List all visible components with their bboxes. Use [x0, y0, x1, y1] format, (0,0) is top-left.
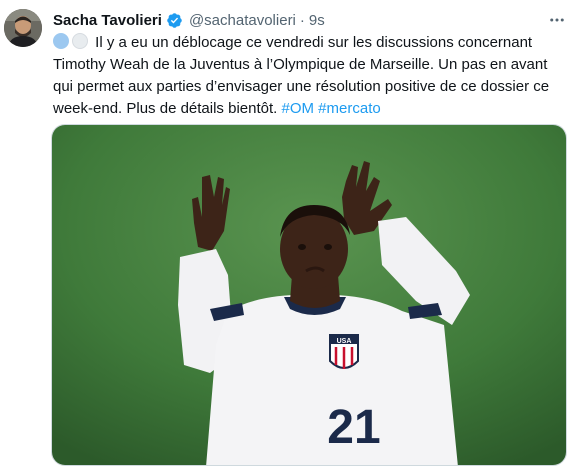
author-name[interactable]: Sacha Tavolieri: [53, 12, 162, 29]
tweet-text: Il y a eu un déblocage ce vendredi sur l…: [53, 32, 565, 120]
white-circle-emoji-icon: [72, 33, 88, 49]
hashtag-om[interactable]: #OM: [281, 100, 314, 117]
tweet-text-line-2: Timothy Weah de la Juventus à l’Olympiqu…: [53, 56, 548, 73]
avatar[interactable]: [4, 9, 42, 47]
separator-dot: ·: [299, 11, 305, 29]
crest-text: USA: [337, 338, 352, 345]
author-handle[interactable]: @sachatavolieri: [189, 12, 296, 29]
more-options-icon[interactable]: [546, 9, 568, 31]
player-photo: USA 21: [52, 125, 566, 465]
tweet-timestamp[interactable]: 9s: [309, 12, 325, 29]
tweet-text-line-1: Il y a eu un déblocage ce vendredi sur l…: [95, 34, 533, 51]
tweet-media-image[interactable]: USA 21: [51, 124, 567, 466]
hashtag-mercato[interactable]: #mercato: [318, 100, 381, 117]
tweet-text-line-4: week-end. Plus de détails bientôt.: [53, 100, 278, 117]
verified-badge-icon: [166, 12, 183, 29]
jersey-number: 21: [327, 401, 380, 454]
tweet-card[interactable]: Sacha Tavolieri @sachatavolieri · 9s Il …: [0, 0, 580, 472]
tweet-header: Sacha Tavolieri @sachatavolieri · 9s: [53, 9, 325, 31]
blue-circle-emoji-icon: [53, 33, 69, 49]
avatar-image: [4, 9, 42, 47]
tweet-text-line-3: qui permet aux parties d’envisager une r…: [53, 78, 550, 95]
